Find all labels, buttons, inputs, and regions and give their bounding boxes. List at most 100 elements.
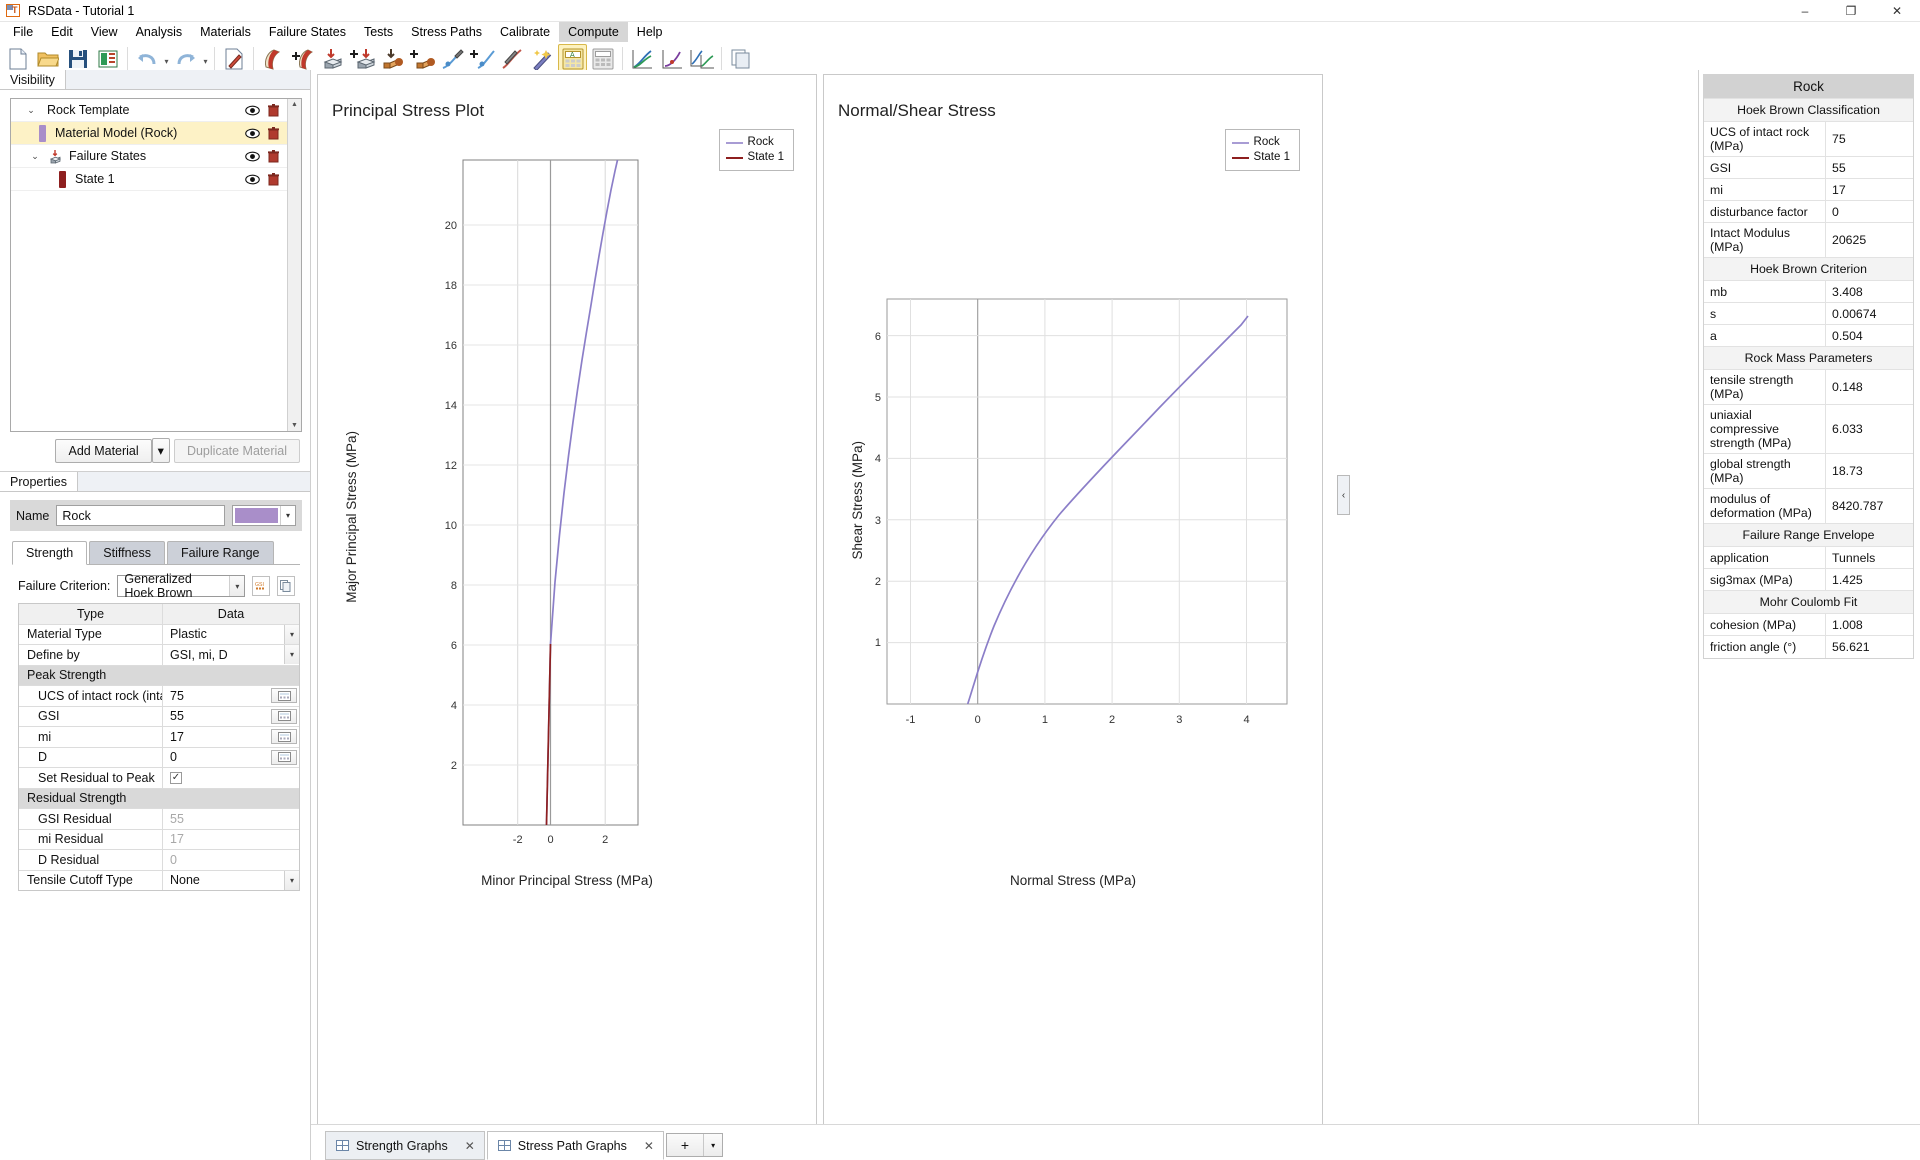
failure-state-icon[interactable] [318, 44, 347, 74]
stress-path-icon[interactable] [438, 44, 467, 74]
menu-file[interactable]: File [4, 22, 42, 42]
gsi-chart-button[interactable]: GSI [252, 576, 270, 596]
wizard-icon[interactable] [528, 44, 557, 74]
add-failure-state-icon[interactable] [348, 44, 377, 74]
delete-icon[interactable] [268, 127, 279, 140]
add-material-dropdown[interactable]: ▾ [152, 438, 170, 463]
chevron-down-icon[interactable]: ▾ [280, 506, 295, 525]
tree-item-failure-states[interactable]: ⌄ Failure States [11, 145, 287, 168]
tree-item-rock-template[interactable]: ⌄ Rock Template [11, 99, 287, 122]
tab-failure-range[interactable]: Failure Range [167, 541, 274, 565]
tree-scrollbar[interactable]: ▲ ▼ [287, 99, 301, 431]
delete-icon[interactable] [268, 173, 279, 186]
open-folder-icon[interactable] [33, 44, 62, 74]
tab-strength[interactable]: Strength [12, 541, 87, 565]
chevron-down-icon[interactable]: ▾ [284, 645, 299, 664]
table-row[interactable]: Define by GSI, mi, D▾ [19, 645, 299, 666]
add-tab-button[interactable]: + [667, 1137, 703, 1153]
table-row[interactable]: UCS of intact rock (intact) (MPa) 75 [19, 686, 299, 707]
row-value-cell[interactable]: GSI, mi, D▾ [163, 645, 299, 664]
test-icon[interactable] [378, 44, 407, 74]
menu-analysis[interactable]: Analysis [127, 22, 192, 42]
chevron-down-icon[interactable]: ▾ [229, 576, 244, 596]
calculator-icon[interactable] [271, 688, 297, 703]
set-residual-to-peak-checkbox[interactable]: ✓ [170, 772, 182, 784]
add-tab-control[interactable]: + ▾ [666, 1133, 723, 1157]
menu-edit[interactable]: Edit [42, 22, 82, 42]
menu-compute[interactable]: Compute [559, 22, 628, 42]
color-picker[interactable]: ▾ [232, 505, 296, 526]
edit-stress-path-icon[interactable] [498, 44, 527, 74]
copy-graph-icon[interactable] [726, 44, 755, 74]
multi-graph-icon[interactable] [687, 44, 716, 74]
collapse-summary-panel-handle[interactable]: ‹ [1337, 475, 1350, 515]
add-material-icon[interactable] [288, 44, 317, 74]
minimize-button[interactable]: – [1782, 0, 1828, 22]
row-value-cell[interactable]: 55 [163, 709, 299, 724]
material-icon[interactable] [258, 44, 287, 74]
duplicate-material-button[interactable]: Duplicate Material [174, 439, 300, 463]
eye-icon[interactable] [245, 151, 260, 162]
menu-failure-states[interactable]: Failure States [260, 22, 355, 42]
new-file-icon[interactable] [3, 44, 32, 74]
undo-icon[interactable] [132, 44, 161, 74]
tab-strength-graphs[interactable]: Strength Graphs ✕ [325, 1131, 485, 1160]
row-value-cell[interactable]: ✓ [163, 772, 299, 784]
name-input[interactable]: Rock [56, 505, 225, 526]
tab-stiffness[interactable]: Stiffness [89, 541, 165, 565]
table-row[interactable]: Material Type Plastic▾ [19, 625, 299, 646]
calculator-icon[interactable] [271, 750, 297, 765]
row-value-cell[interactable]: 0 [163, 750, 299, 765]
eye-icon[interactable] [245, 128, 260, 139]
table-icon[interactable] [588, 44, 617, 74]
tab-stress-path-graphs[interactable]: Stress Path Graphs ✕ [487, 1131, 664, 1160]
add-material-button[interactable]: Add Material [55, 439, 151, 463]
compute-icon[interactable]: A [558, 44, 587, 74]
expander-icon[interactable]: ⌄ [27, 151, 43, 162]
scroll-up-arrow[interactable]: ▲ [291, 99, 298, 110]
redo-dropdown-arrow[interactable]: ▾ [201, 48, 210, 70]
menu-materials[interactable]: Materials [191, 22, 260, 42]
scroll-down-arrow[interactable]: ▼ [291, 420, 298, 431]
close-icon[interactable]: ✕ [644, 1139, 654, 1153]
tab-visibility[interactable]: Visibility [0, 70, 66, 89]
menu-help[interactable]: Help [628, 22, 672, 42]
delete-icon[interactable] [268, 150, 279, 163]
save-icon[interactable] [63, 44, 92, 74]
row-value-cell[interactable]: Plastic▾ [163, 625, 299, 644]
menu-view[interactable]: View [82, 22, 127, 42]
table-row[interactable]: mi 17 [19, 727, 299, 748]
edit-page-icon[interactable] [219, 44, 248, 74]
close-button[interactable]: ✕ [1874, 0, 1920, 22]
eye-icon[interactable] [245, 174, 260, 185]
row-value-cell[interactable]: 17 [163, 729, 299, 744]
delete-icon[interactable] [268, 104, 279, 117]
expander-icon[interactable]: ⌄ [23, 105, 39, 116]
calculator-icon[interactable] [271, 729, 297, 744]
calculator-icon[interactable] [271, 709, 297, 724]
table-row[interactable]: D 0 [19, 748, 299, 769]
chevron-down-icon[interactable]: ▾ [284, 871, 299, 890]
table-row[interactable]: Tensile Cutoff Type None▾ [19, 871, 299, 892]
tab-properties[interactable]: Properties [0, 472, 78, 491]
table-row[interactable]: GSI 55 [19, 707, 299, 728]
strength-graph-icon[interactable] [627, 44, 656, 74]
maximize-button[interactable]: ❐ [1828, 0, 1874, 22]
eye-icon[interactable] [245, 105, 260, 116]
undo-dropdown-arrow[interactable]: ▾ [162, 48, 171, 70]
row-value-cell[interactable]: 75 [163, 688, 299, 703]
redo-icon[interactable] [171, 44, 200, 74]
table-row[interactable]: Set Residual to Peak ✓ [19, 768, 299, 789]
add-stress-path-icon[interactable] [468, 44, 497, 74]
tree-item-state-1[interactable]: State 1 [11, 168, 287, 191]
add-test-icon[interactable] [408, 44, 437, 74]
copy-properties-button[interactable] [277, 576, 295, 596]
add-tab-dropdown-arrow[interactable]: ▾ [704, 1141, 722, 1150]
chevron-down-icon[interactable]: ▾ [284, 625, 299, 644]
row-value-cell[interactable]: None▾ [163, 871, 299, 890]
menu-tests[interactable]: Tests [355, 22, 402, 42]
tree-item-material-model[interactable]: Material Model (Rock) [11, 122, 287, 145]
report-icon[interactable] [93, 44, 122, 74]
menu-stress-paths[interactable]: Stress Paths [402, 22, 491, 42]
close-icon[interactable]: ✕ [465, 1139, 475, 1153]
